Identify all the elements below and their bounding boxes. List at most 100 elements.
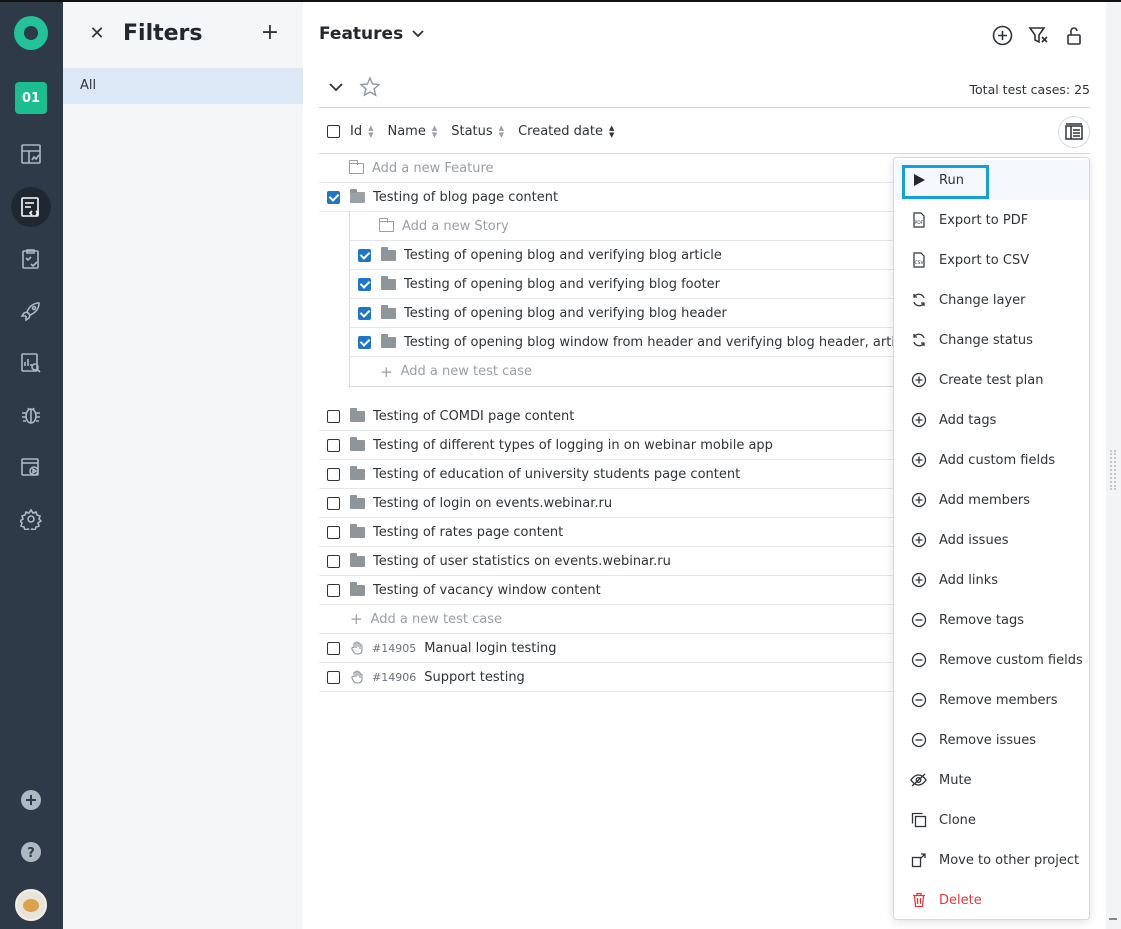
project-badge[interactable]: 01: [15, 82, 47, 114]
scroll-down-arrow[interactable]: [1109, 918, 1117, 920]
header-actions: [990, 23, 1086, 47]
resize-grip[interactable]: [1110, 450, 1116, 490]
menu-item-clone[interactable]: Clone: [894, 800, 1089, 840]
scrollbar[interactable]: [1106, 2, 1121, 929]
test-plans-icon[interactable]: [11, 239, 51, 279]
row-checkbox[interactable]: [358, 277, 371, 291]
add-circle-icon[interactable]: [990, 23, 1014, 47]
minus-circle-icon: [910, 612, 927, 629]
list-settings-icon: [1065, 123, 1083, 140]
folder-icon: [350, 494, 365, 509]
csv-icon: CSV: [910, 252, 927, 269]
menu-item-export-csv[interactable]: CSV Export to CSV: [894, 240, 1089, 280]
folder-open-icon: [350, 188, 365, 203]
minus-circle-icon: [910, 652, 927, 669]
folder-icon: [381, 304, 396, 319]
plus-circle-icon: [910, 372, 927, 389]
plus-circle-icon: [910, 532, 927, 549]
chevron-down-icon: [412, 30, 424, 38]
dashboard-icon[interactable]: [11, 134, 51, 174]
help-icon[interactable]: ?: [11, 832, 51, 872]
settings-icon[interactable]: [11, 499, 51, 539]
add-test-case-row[interactable]: + Add a new test case: [349, 357, 894, 386]
folder-icon: [350, 581, 365, 596]
menu-item-remove-custom-fields[interactable]: Remove custom fields: [894, 640, 1089, 680]
menu-item-add-tags[interactable]: Add tags: [894, 400, 1089, 440]
menu-item-change-layer[interactable]: Change layer: [894, 280, 1089, 320]
menu-item-add-issues[interactable]: Add issues: [894, 520, 1089, 560]
sort-icon: ▲ ▼: [431, 123, 438, 139]
menu-item-mute[interactable]: Mute: [894, 760, 1089, 800]
close-filters-button[interactable]: ✕: [87, 24, 107, 44]
test-cases-icon[interactable]: [11, 187, 51, 227]
bulk-actions-menu: Run PDF Export to PDF CSV Export to CSV …: [893, 157, 1090, 920]
column-id[interactable]: Id ▲ ▼: [350, 124, 373, 139]
plus-circle-icon: [910, 572, 927, 589]
row-checkbox[interactable]: [327, 641, 340, 655]
menu-item-remove-members[interactable]: Remove members: [894, 680, 1089, 720]
menu-item-delete[interactable]: Delete: [894, 880, 1089, 920]
row-checkbox[interactable]: [327, 525, 340, 539]
folder-icon: [350, 552, 365, 567]
row-checkbox[interactable]: [327, 554, 340, 568]
plus-circle-icon: [910, 492, 927, 509]
row-checkbox[interactable]: [327, 467, 340, 481]
row-checkbox[interactable]: [327, 496, 340, 510]
collapse-chevron-icon[interactable]: [327, 78, 345, 96]
select-all-checkbox[interactable]: [327, 125, 340, 138]
menu-item-add-custom-fields[interactable]: Add custom fields: [894, 440, 1089, 480]
trash-icon: [910, 892, 927, 909]
menu-item-move-to-other-project[interactable]: Move to other project: [894, 840, 1089, 880]
star-icon[interactable]: [359, 76, 381, 98]
row-checkbox[interactable]: [327, 409, 340, 423]
defects-icon[interactable]: [11, 395, 51, 435]
menu-item-change-status[interactable]: Change status: [894, 320, 1089, 360]
menu-item-run[interactable]: Run: [894, 160, 1089, 200]
refresh-icon: [910, 292, 927, 309]
bulk-actions-button[interactable]: [1058, 116, 1090, 148]
tree-toolbar: Total test cases: 25: [319, 74, 1090, 108]
add-filter-button[interactable]: +: [259, 22, 281, 44]
folder-icon: [381, 275, 396, 290]
jobs-icon[interactable]: [11, 447, 51, 487]
row-checkbox[interactable]: [327, 583, 340, 597]
filter-item-all[interactable]: All: [63, 68, 303, 104]
features-dropdown[interactable]: Features: [319, 24, 425, 44]
menu-item-add-links[interactable]: Add links: [894, 560, 1089, 600]
menu-item-remove-tags[interactable]: Remove tags: [894, 600, 1089, 640]
user-avatar[interactable]: [15, 889, 47, 921]
menu-item-remove-issues[interactable]: Remove issues: [894, 720, 1089, 760]
column-name[interactable]: Name ▲ ▼: [387, 124, 437, 139]
sort-icon: ▲ ▼: [368, 123, 374, 139]
eye-off-icon: [910, 772, 927, 789]
svg-text:?: ?: [27, 846, 35, 861]
unlock-icon[interactable]: [1062, 23, 1086, 47]
row-checkbox[interactable]: [327, 670, 340, 684]
analytics-icon[interactable]: [11, 343, 51, 383]
pdf-icon: PDF: [910, 212, 927, 229]
row-checkbox[interactable]: [358, 335, 371, 349]
minus-circle-icon: [910, 692, 927, 709]
menu-item-create-test-plan[interactable]: Create test plan: [894, 360, 1089, 400]
plus-icon: +: [350, 610, 363, 628]
manual-hand-icon: [351, 670, 363, 684]
filter-off-icon[interactable]: [1026, 23, 1050, 47]
row-checkbox[interactable]: [327, 438, 340, 452]
folder-outline-icon: [379, 217, 394, 232]
row-checkbox[interactable]: [358, 248, 371, 262]
folder-icon: [350, 465, 365, 480]
folder-icon: [350, 407, 365, 422]
manual-hand-icon: [351, 641, 363, 655]
menu-item-export-pdf[interactable]: PDF Export to PDF: [894, 200, 1089, 240]
nav-rail: 01 ?: [0, 2, 63, 929]
menu-item-add-members[interactable]: Add members: [894, 480, 1089, 520]
allure-logo[interactable]: [14, 16, 48, 50]
column-status[interactable]: Status ▲ ▼: [451, 124, 504, 139]
column-created-date[interactable]: Created date ▲ ▼: [518, 124, 614, 139]
add-project-icon[interactable]: [11, 780, 51, 820]
launches-icon[interactable]: [11, 291, 51, 331]
row-checkbox[interactable]: [358, 306, 371, 320]
refresh-icon: [910, 332, 927, 349]
sort-icon: ▲ ▼: [608, 123, 615, 139]
row-checkbox[interactable]: [327, 190, 340, 204]
